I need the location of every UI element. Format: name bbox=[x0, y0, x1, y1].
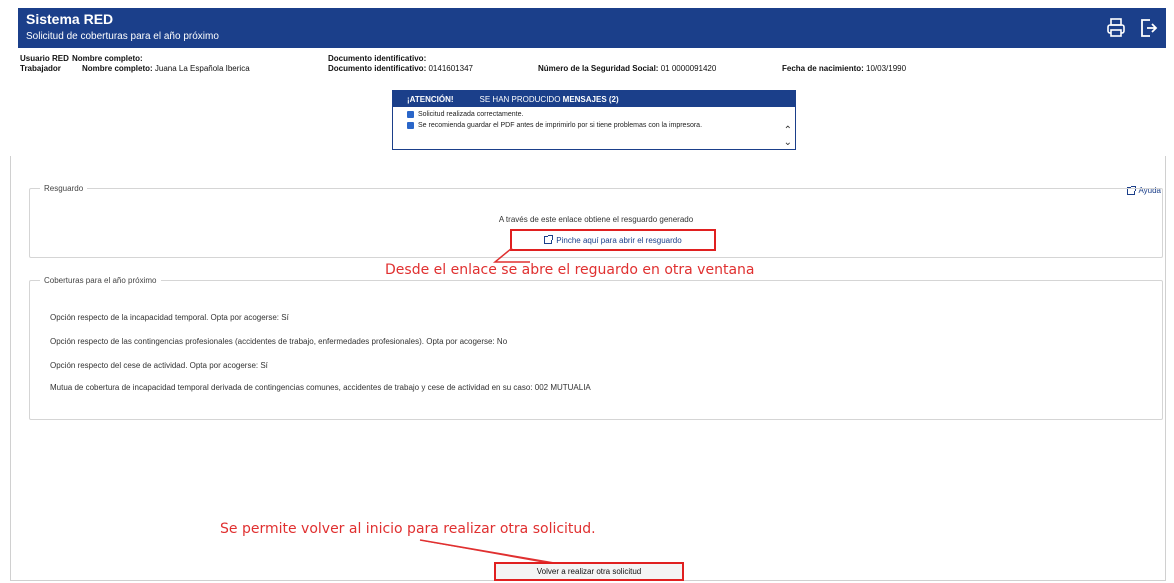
resguardo-text: A través de este enlace obtiene el resgu… bbox=[498, 215, 694, 224]
alert-count: MENSAJES (2) bbox=[562, 94, 619, 104]
chevron-up-icon[interactable]: ⌃ bbox=[784, 126, 792, 136]
cobertura-line: Opción respecto de las contingencias pro… bbox=[50, 337, 508, 346]
alert-message: Solicitud realizada correctamente. bbox=[407, 110, 773, 119]
trab-nombre-label: Nombre completo: bbox=[82, 64, 153, 73]
annotation-link-note: Desde el enlace se abre el reguardo en o… bbox=[385, 262, 755, 278]
cobertura-line: Opción respecto del cese de actividad. O… bbox=[50, 361, 268, 370]
cobertura-line: Opción respecto de la incapacidad tempor… bbox=[50, 313, 289, 322]
annotation-back-note: Se permite volver al inicio para realiza… bbox=[220, 521, 596, 537]
resguardo-link[interactable]: Pinche aquí para abrir el resguardo bbox=[510, 229, 716, 251]
alert-message: Se recomienda guardar el PDF antes de im… bbox=[407, 121, 773, 130]
fecha-value: 10/03/1990 bbox=[866, 64, 907, 73]
trab-doc-value: 0141601347 bbox=[428, 64, 473, 73]
alert-header: ¡ATENCIÓN! SE HAN PRODUCIDO MENSAJES (2) bbox=[393, 91, 795, 107]
nss-label: Número de la Seguridad Social: bbox=[538, 64, 659, 73]
documento-label: Documento identificativo: bbox=[328, 54, 427, 63]
cobertura-line: Mutua de cobertura de incapacidad tempor… bbox=[50, 383, 591, 392]
coberturas-section: Coberturas para el año próximo Opción re… bbox=[29, 276, 1163, 420]
app-title: Sistema RED bbox=[26, 11, 114, 27]
chevron-down-icon[interactable]: ⌄ bbox=[784, 138, 792, 148]
trab-nombre-value: Juana La Española Iberica bbox=[154, 64, 250, 73]
external-link-icon bbox=[544, 235, 554, 244]
resguardo-section: Resguardo A través de este enlace obtien… bbox=[29, 184, 1163, 258]
alert-attention: ¡ATENCIÓN! bbox=[407, 94, 454, 104]
fecha-label: Fecha de nacimiento: bbox=[782, 64, 864, 73]
resguardo-legend: Resguardo bbox=[44, 184, 84, 193]
info-icon bbox=[407, 122, 414, 129]
app-header: Sistema RED Solicitud de coberturas para… bbox=[18, 8, 1166, 48]
page-subtitle: Solicitud de coberturas para el año próx… bbox=[26, 31, 219, 42]
nss-value: 01 0000091420 bbox=[660, 64, 717, 73]
main-content: Ayuda Resguardo A través de este enlace … bbox=[10, 156, 1166, 581]
usuario-red-label: Usuario RED bbox=[20, 54, 69, 63]
alert-produced: SE HAN PRODUCIDO bbox=[479, 94, 561, 104]
nombre-label: Nombre completo: bbox=[72, 54, 143, 63]
trabajador-label: Trabajador bbox=[20, 64, 61, 73]
alert-panel: ¡ATENCIÓN! SE HAN PRODUCIDO MENSAJES (2)… bbox=[392, 90, 796, 150]
trab-doc-label: Documento identificativo: bbox=[328, 64, 427, 73]
info-icon bbox=[407, 111, 414, 118]
printer-icon[interactable] bbox=[1106, 17, 1126, 39]
alert-messages: Solicitud realizada correctamente. Se re… bbox=[393, 107, 795, 149]
logout-icon[interactable] bbox=[1138, 17, 1158, 39]
volver-button[interactable]: Volver a realizar otra solicitud bbox=[494, 562, 684, 581]
coberturas-legend: Coberturas para el año próximo bbox=[44, 276, 157, 285]
